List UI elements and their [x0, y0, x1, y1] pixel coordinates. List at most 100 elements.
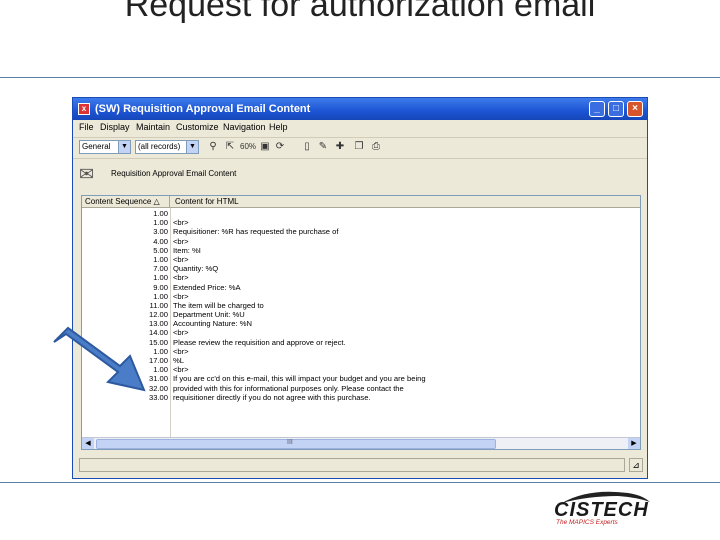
- content-cell: Requisitioner: %R has requested the purc…: [173, 227, 339, 237]
- table-row[interactable]: 17.00 %L: [82, 356, 640, 365]
- resize-grip-icon[interactable]: ⊿: [629, 458, 643, 472]
- content-cell: Department Unit: %U: [173, 310, 245, 320]
- sequence-cell: 7.00: [153, 264, 168, 274]
- table-row[interactable]: 9.00 Extended Price: %A: [82, 283, 640, 292]
- table-row[interactable]: 1.00: [82, 209, 640, 218]
- table-row[interactable]: 1.00 <br>: [82, 218, 640, 227]
- table-row[interactable]: 1.00 <br>: [82, 365, 640, 374]
- subset-select-value: (all records): [138, 142, 181, 151]
- sequence-cell: 3.00: [153, 227, 168, 237]
- table-row[interactable]: 31.00 If you are cc'd on this e-mail, thi…: [82, 374, 640, 383]
- scroll-thumb[interactable]: III: [96, 439, 496, 449]
- status-bar: [79, 458, 625, 472]
- menu-maintain[interactable]: Maintain: [136, 122, 170, 132]
- slide-title: Request for authorization email: [124, 0, 596, 24]
- table-row[interactable]: 3.00 Requisitioner: %R has requested the …: [82, 227, 640, 236]
- content-cell: <br>: [173, 236, 189, 246]
- content-cell: <br>: [173, 218, 189, 228]
- content-cell: If you are cc'd on this e-mail, this wil…: [173, 374, 426, 384]
- table-row[interactable]: 1.00 <br>: [82, 292, 640, 301]
- refresh-icon[interactable]: ⟳: [274, 141, 286, 153]
- table-row[interactable]: 5.00 Item: %I: [82, 246, 640, 255]
- app-window: x (SW) Requisition Approval Email Conten…: [72, 97, 648, 479]
- menu-file[interactable]: File: [79, 122, 94, 132]
- form-label: Requisition Approval Email Content: [111, 169, 237, 178]
- table-row[interactable]: 15.00 Please review the requisition and a…: [82, 338, 640, 347]
- content-cell: <br>: [173, 328, 189, 338]
- table-row[interactable]: 1.00 <br>: [82, 273, 640, 282]
- content-cell: Quantity: %Q: [173, 264, 219, 274]
- content-cell: <br>: [173, 365, 189, 375]
- chevron-down-icon[interactable]: ▼: [186, 141, 198, 153]
- scroll-right-button[interactable]: ▶: [628, 438, 640, 449]
- column-header-content[interactable]: Content for HTML: [172, 196, 239, 208]
- table-row[interactable]: 32.00 provided with this for informationa…: [82, 384, 640, 393]
- table-row[interactable]: 33.00 requisitioner directly if you do no…: [82, 393, 640, 402]
- binoculars-icon[interactable]: ⚲: [207, 141, 219, 153]
- cistech-logo: CISTECH The MAPICS Experts: [548, 490, 660, 530]
- grid-header: Content Sequence △ Content for HTML: [82, 196, 640, 208]
- email-form-icon: ✉: [79, 164, 95, 184]
- toolbar: General ▼ (all records) ▼ ⚲ ⇱ 60% ▣ ⟳ ▯ …: [73, 137, 647, 157]
- table-row[interactable]: 1.00 <br>: [82, 255, 640, 264]
- content-cell: <br>: [173, 346, 189, 356]
- minimize-button[interactable]: _: [589, 101, 605, 117]
- sequence-cell: 1.00: [153, 273, 168, 283]
- table-row[interactable]: 4.00 <br>: [82, 237, 640, 246]
- content-grid: Content Sequence △ Content for HTML 1.00…: [81, 195, 641, 450]
- chevron-down-icon[interactable]: ▼: [118, 141, 130, 153]
- content-cell: Accounting Nature: %N: [173, 319, 252, 329]
- content-cell: Item: %I: [173, 245, 201, 255]
- sequence-cell: 1.00: [153, 209, 168, 218]
- table-row[interactable]: 1.00 <br>: [82, 347, 640, 356]
- horizontal-scrollbar[interactable]: ◀ III ▶: [82, 437, 640, 449]
- title-divider: [0, 77, 720, 78]
- content-cell: Please review the requisition and approv…: [173, 337, 346, 347]
- view-select-value: General: [82, 142, 111, 151]
- table-row[interactable]: 11.00 The item will be charged to: [82, 301, 640, 310]
- grid-rows: 1.00 1.00 <br> 3.00 Requisitioner: %R has re…: [82, 209, 640, 402]
- callout-arrow: [53, 326, 146, 392]
- print-icon[interactable]: ⎙: [370, 141, 382, 153]
- content-cell: <br>: [173, 291, 189, 301]
- content-cell: The item will be charged to: [173, 300, 264, 310]
- sequence-cell: 1.00: [153, 218, 168, 228]
- table-row[interactable]: 7.00 Quantity: %Q: [82, 264, 640, 273]
- subset-select[interactable]: (all records) ▼: [135, 140, 199, 154]
- content-cell: <br>: [173, 273, 189, 283]
- form-header: ✉ Requisition Approval Email Content: [73, 158, 647, 188]
- window-title: (SW) Requisition Approval Email Content: [95, 103, 311, 115]
- menu-navigation[interactable]: Navigation: [223, 122, 266, 132]
- zoom-label[interactable]: 60%: [240, 141, 256, 153]
- content-cell: <br>: [173, 254, 189, 264]
- sequence-cell: 12.00: [148, 310, 168, 320]
- menu-help[interactable]: Help: [269, 122, 288, 132]
- sequence-cell: 4.00: [153, 236, 168, 246]
- menu-bar: File Display Maintain Customize Navigati…: [73, 120, 647, 136]
- sequence-cell: 5.00: [153, 245, 168, 255]
- table-row[interactable]: 13.00 Accounting Nature: %N: [82, 319, 640, 328]
- content-cell: provided with this for informational pur…: [173, 383, 404, 393]
- column-header-sequence[interactable]: Content Sequence △: [82, 196, 170, 208]
- edit-icon[interactable]: ✎: [317, 141, 329, 153]
- scroll-left-button[interactable]: ◀: [82, 438, 94, 449]
- window-titlebar[interactable]: x (SW) Requisition Approval Email Conten…: [73, 98, 647, 120]
- view-select[interactable]: General ▼: [79, 140, 131, 154]
- menu-display[interactable]: Display: [100, 122, 130, 132]
- folder-icon[interactable]: ▣: [259, 141, 271, 153]
- menu-customize[interactable]: Customize: [176, 122, 219, 132]
- maximize-button[interactable]: □: [608, 101, 624, 117]
- new-icon[interactable]: ▯: [301, 141, 313, 153]
- content-cell: %L: [173, 356, 184, 365]
- add-icon[interactable]: ✚: [334, 141, 346, 153]
- sequence-cell: 9.00: [153, 282, 168, 292]
- select-icon[interactable]: ⇱: [224, 141, 236, 153]
- arrow-shape: [53, 326, 146, 392]
- content-cell: requisitioner directly if you do not agr…: [173, 392, 371, 402]
- close-button[interactable]: ×: [627, 101, 643, 117]
- footer-divider: [0, 482, 720, 483]
- table-row[interactable]: 14.00 <br>: [82, 328, 640, 337]
- table-row[interactable]: 12.00 Department Unit: %U: [82, 310, 640, 319]
- copy-icon[interactable]: ❐: [353, 141, 365, 153]
- sequence-cell: 1.00: [153, 291, 168, 301]
